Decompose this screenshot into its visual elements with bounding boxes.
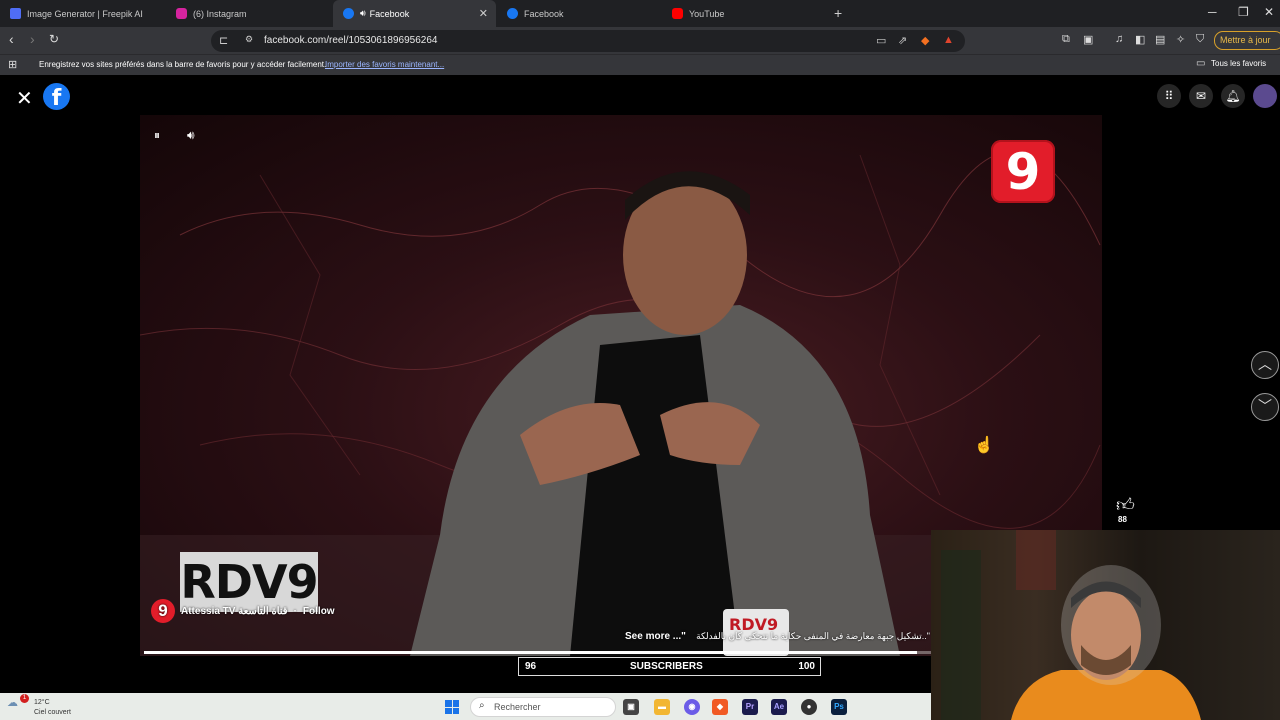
task-view-icon[interactable]: ▣ (623, 699, 639, 715)
import-bookmarks-link[interactable]: Importer des favoris maintenant... (325, 60, 444, 69)
messenger-icon[interactable]: ✉ (1189, 84, 1213, 108)
page-avatar[interactable]: 9 (151, 599, 175, 623)
see-more-link[interactable]: See more ..." (625, 631, 686, 642)
vpn-shield-icon[interactable]: ⛉ (1196, 33, 1204, 46)
page-info: 9 Attessia TV قناة التاسعة · Follow (151, 599, 335, 623)
cast-icon[interactable]: ▭ (876, 34, 886, 47)
volume-icon[interactable]: 🔊︎ (187, 128, 195, 143)
file-explorer-icon[interactable]: ▬ (654, 699, 670, 715)
brave-shield-icon[interactable]: ◆ (921, 34, 929, 47)
tab-title: Facebook (524, 8, 564, 19)
pause-icon[interactable]: ⏸︎ (154, 128, 160, 143)
weather-condition: Ciel couvert (34, 709, 71, 716)
close-tab-icon[interactable]: ✕ (479, 7, 488, 20)
sidebar-icon[interactable]: ◧ (1135, 33, 1145, 46)
notifications-bell-icon[interactable]: 🔔︎ (1221, 84, 1245, 108)
url-text: facebook.com/reel/1053061896956264 (264, 35, 438, 46)
webcam-overlay (931, 530, 1280, 720)
site-info-icon[interactable]: ⚙ (245, 34, 253, 45)
bookmarks-prompt: Enregistrez vos sites préférés dans la b… (39, 60, 327, 69)
dot-separator: · (293, 605, 297, 617)
profile-avatar[interactable] (1253, 84, 1277, 108)
back-icon[interactable]: ‹ (9, 31, 14, 47)
screen: Image Generator | Freepik AI (6) Instagr… (0, 0, 1280, 720)
tab-title: Image Generator | Freepik AI (27, 8, 143, 19)
browser-toolbar: ‹ › ↻ ⊏ ⚙ facebook.com/reel/105306189695… (0, 27, 1280, 54)
channel-9-logo: 9 (991, 140, 1055, 203)
cloud-icon: ☁ (7, 697, 18, 709)
obs-icon[interactable]: ● (801, 699, 817, 715)
instagram-favicon-icon (176, 8, 187, 19)
taskbar-search[interactable]: ⌕ Rechercher (470, 697, 616, 717)
all-bookmarks-button[interactable]: Tous les favoris (1211, 59, 1266, 68)
brave-browser-icon[interactable]: ◆ (712, 699, 728, 715)
photoshop-icon[interactable]: Ps (831, 699, 847, 715)
windows-taskbar: ☁ 1 12°C Ciel couvert ⌕ Rechercher ▣ ▬ ◉… (0, 693, 931, 720)
apps-grid-icon[interactable]: ⊞ (8, 58, 17, 71)
music-icon[interactable]: ♫ (1115, 33, 1123, 45)
brave-rewards-icon[interactable]: ▲ (943, 34, 954, 46)
facebook-logo-icon[interactable]: f (43, 83, 70, 111)
windows-start-icon[interactable] (445, 700, 459, 714)
share-icon[interactable]: ⇗ (898, 34, 907, 47)
reload-icon[interactable]: ↻ (49, 32, 59, 46)
close-reel-icon[interactable]: ✕ (16, 86, 33, 111)
tab-facebook[interactable]: Facebook (497, 0, 660, 27)
leo-ai-icon[interactable]: ✧ (1176, 33, 1185, 46)
tab-title: (6) Instagram (193, 8, 247, 19)
page-name[interactable]: Attessia TV قناة التاسعة (181, 606, 288, 617)
subscriber-counter: 96 SUBSCRIBERS 100 (518, 657, 821, 676)
facebook-favicon-icon (507, 8, 518, 19)
temperature: 12°C (34, 699, 50, 706)
forward-icon[interactable]: › (30, 31, 35, 47)
previous-reel-button[interactable]: ︿ (1251, 351, 1279, 379)
mouse-cursor-icon: ☝ (974, 437, 994, 454)
bookmark-icon[interactable]: ⊏ (219, 34, 228, 47)
restore-icon[interactable]: ❐ (1238, 5, 1249, 19)
wallet-icon[interactable]: ▣ (1083, 33, 1093, 46)
streamer-camera-feed (941, 530, 1201, 720)
address-bar[interactable]: ⊏ ⚙ facebook.com/reel/1053061896956264 ▭… (211, 30, 965, 52)
tab-title: YouTube (689, 8, 725, 19)
reel-caption: تشكيل جبهة معارضة في المنفى حكاية ما تتح… (696, 631, 930, 641)
update-button[interactable]: Mettre à jour (1214, 31, 1280, 50)
bookmarks-bar: ⊞ Enregistrez vos sites préférés dans la… (0, 54, 1280, 75)
after-effects-icon[interactable]: Ae (771, 699, 787, 715)
menu-grid-icon[interactable]: ⠿ (1157, 84, 1181, 108)
like-icon[interactable]: 👍︎ (1116, 494, 1135, 516)
new-tab-button[interactable]: + (834, 5, 842, 21)
subscriber-label: SUBSCRIBERS (630, 661, 703, 672)
tab-instagram[interactable]: (6) Instagram (166, 0, 331, 27)
minimize-icon[interactable]: ─ (1208, 5, 1217, 19)
browser-tab-bar: Image Generator | Freepik AI (6) Instagr… (0, 0, 1280, 27)
tab-freepik[interactable]: Image Generator | Freepik AI (0, 0, 165, 27)
like-count: 88 (1118, 515, 1127, 524)
search-icon: ⌕ (479, 700, 485, 711)
premiere-pro-icon[interactable]: Pr (742, 699, 758, 715)
subscriber-start: 96 (525, 661, 537, 672)
discord-icon[interactable]: ◉ (684, 699, 700, 715)
next-reel-button[interactable]: ﹀ (1251, 393, 1279, 421)
window-close-icon[interactable]: ✕ (1264, 5, 1274, 19)
crypto-wallet-icon[interactable]: ▤ (1155, 33, 1165, 46)
facebook-favicon-icon (343, 8, 354, 19)
youtube-favicon-icon (672, 8, 683, 19)
notification-badge: 1 (20, 694, 29, 703)
tab-facebook-active[interactable]: 🔊︎ Facebook ✕ (333, 0, 496, 27)
subscriber-goal: 100 (798, 661, 815, 672)
extensions-icon[interactable]: ⧉ (1062, 33, 1070, 46)
speaker-icon: 🔊︎ (360, 8, 366, 18)
video-progress-fill (144, 651, 917, 654)
tab-youtube[interactable]: YouTube (662, 0, 827, 27)
follow-button[interactable]: Follow (303, 606, 335, 617)
search-placeholder: Rechercher (494, 702, 541, 712)
folder-icon: ▭ (1196, 58, 1206, 69)
freepik-favicon-icon (10, 8, 21, 19)
tab-title: Facebook (369, 8, 410, 19)
